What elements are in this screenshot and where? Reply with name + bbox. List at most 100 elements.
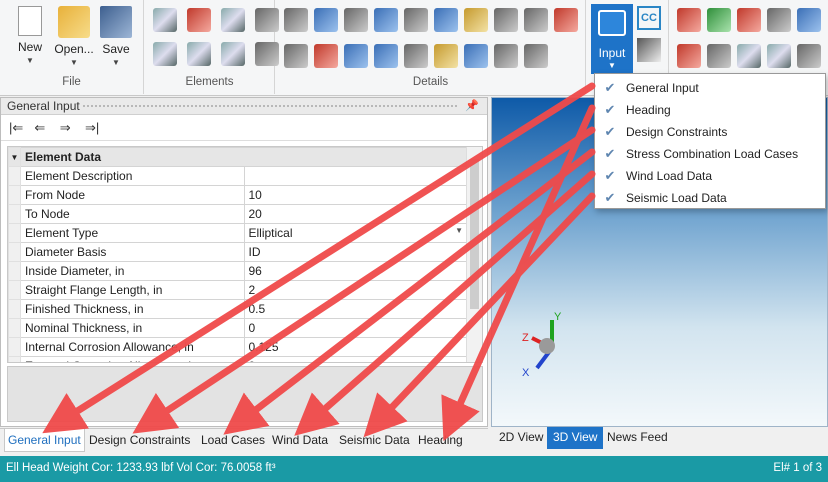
property-value[interactable]: 96 — [243, 261, 468, 281]
tab-design-constraints[interactable]: Design Constraints — [86, 429, 193, 452]
property-value-text: 20 — [248, 207, 262, 221]
tab-2d-view[interactable]: 2D View — [493, 427, 549, 449]
property-value[interactable] — [243, 166, 468, 186]
insulation-icon[interactable] — [494, 8, 518, 32]
pipe-icon[interactable] — [554, 8, 578, 32]
nozzle-icon[interactable] — [524, 8, 548, 32]
tab-news-feed[interactable]: News Feed — [601, 427, 674, 449]
link-icon[interactable] — [797, 8, 821, 32]
chevron-down-icon: ▼ — [608, 61, 616, 70]
saddle-icon[interactable] — [464, 44, 488, 68]
elements-icons — [151, 6, 283, 70]
menu-item-general-input[interactable]: ✔ General Input — [595, 77, 825, 99]
dropdown-arrow-icon[interactable]: ▼ — [455, 226, 463, 235]
filter-icon[interactable] — [707, 8, 731, 32]
collapse-icon[interactable]: ▼ — [8, 147, 21, 167]
pressure-ring-icon[interactable] — [524, 44, 548, 68]
tab-wind-data[interactable]: Wind Data — [269, 429, 331, 452]
stiffener-ring-icon[interactable] — [284, 8, 308, 32]
force-down-icon[interactable] — [314, 44, 338, 68]
property-name: Element Description — [20, 166, 245, 186]
spherical-head-icon[interactable] — [187, 42, 211, 66]
property-value[interactable]: 0 — [243, 318, 468, 338]
first-element-icon[interactable]: |⇐ — [9, 120, 25, 136]
packing-icon[interactable] — [434, 8, 458, 32]
property-row[interactable]: Straight Flange Length, in 2 — [8, 280, 468, 300]
tray-icon[interactable] — [344, 8, 368, 32]
row-gutter — [8, 337, 21, 357]
lug-icon[interactable] — [284, 44, 308, 68]
next-element-icon[interactable]: ⇒ — [60, 120, 76, 136]
jacket-icon[interactable] — [374, 44, 398, 68]
tab-load-cases[interactable]: Load Cases — [198, 429, 268, 452]
tools-icons — [675, 6, 821, 72]
wind-load-icon[interactable] — [404, 8, 428, 32]
report-icon[interactable] — [637, 38, 661, 62]
drag-grip[interactable] — [83, 105, 457, 107]
sort-icon[interactable] — [677, 8, 701, 32]
menu-item-design-constraints[interactable]: ✔ Design Constraints — [595, 121, 825, 143]
property-row[interactable]: Nominal Thickness, in 0 — [8, 318, 468, 338]
cc-button[interactable]: CC — [637, 6, 661, 30]
cylinder-icon[interactable] — [153, 8, 177, 32]
menu-item-wind-load-data[interactable]: ✔ Wind Load Data — [595, 165, 825, 187]
property-row[interactable]: External Corrosion Allowance, in 0 — [8, 356, 468, 362]
delete-icon[interactable] — [677, 44, 701, 68]
vessel-icon[interactable] — [737, 44, 761, 68]
tab-seismic-data[interactable]: Seismic Data — [336, 429, 413, 452]
property-row[interactable]: Element Description — [8, 166, 468, 186]
property-value[interactable]: 20 — [243, 204, 468, 224]
wireframe-icon[interactable] — [797, 44, 821, 68]
save-button[interactable]: Save ▼ — [96, 6, 136, 72]
input-button[interactable]: Input ▼ — [591, 4, 633, 74]
vertical-scrollbar[interactable] — [466, 147, 482, 362]
torispherical-head-icon[interactable] — [221, 42, 245, 66]
property-value[interactable]: Elliptical ▼ — [243, 223, 468, 243]
weight-icon[interactable] — [434, 44, 458, 68]
property-row[interactable]: From Node 10 — [8, 185, 468, 205]
property-value[interactable]: 0.125 — [243, 337, 468, 357]
open-button[interactable]: Open... ▼ — [54, 6, 94, 72]
property-value[interactable]: ID — [243, 242, 468, 262]
liquid-icon[interactable] — [464, 8, 488, 32]
tab-3d-view[interactable]: 3D View — [547, 427, 604, 449]
menu-item-seismic-load-data[interactable]: ✔ Seismic Load Data — [595, 187, 825, 209]
zoom-2d-icon[interactable] — [767, 8, 791, 32]
property-row[interactable]: Element Type Elliptical ▼ — [8, 223, 468, 243]
menu-item-heading[interactable]: ✔ Heading — [595, 99, 825, 121]
previous-element-icon[interactable]: ⇐ — [34, 120, 50, 136]
nozzle-head-icon[interactable] — [187, 8, 211, 32]
lining-icon[interactable] — [404, 44, 428, 68]
property-row[interactable]: Diameter Basis ID — [8, 242, 468, 262]
tab-general-input[interactable]: General Input — [4, 429, 85, 452]
category-row[interactable]: ▼ Element Data — [8, 147, 468, 167]
ladder-icon[interactable] — [374, 8, 398, 32]
last-element-icon[interactable]: ⇒| — [85, 120, 101, 136]
property-value[interactable]: 2 — [243, 280, 468, 300]
property-name: Diameter Basis — [20, 242, 245, 262]
platform-icon[interactable] — [494, 44, 518, 68]
render-icon[interactable] — [707, 44, 731, 68]
halfpipe-icon[interactable] — [344, 44, 368, 68]
property-name: Internal Corrosion Allowance, in — [20, 337, 245, 357]
pin-icon[interactable]: 📌 — [465, 98, 479, 115]
sphere-icon[interactable] — [767, 44, 791, 68]
rotate-icon[interactable] — [737, 8, 761, 32]
general-input-panel: General Input 📌 |⇐ ⇐ ⇒ ⇒| ▼ Element Data… — [0, 97, 488, 427]
property-value[interactable]: 0.5 — [243, 299, 468, 319]
panel-title-bar: General Input 📌 — [1, 98, 487, 115]
scrollbar-thumb[interactable] — [470, 159, 479, 309]
new-button[interactable]: New ▼ — [10, 6, 50, 72]
property-row[interactable]: To Node 20 — [8, 204, 468, 224]
property-row[interactable]: Finished Thickness, in 0.5 — [8, 299, 468, 319]
tab-heading[interactable]: Heading — [415, 429, 466, 452]
row-gutter — [8, 280, 21, 300]
property-row[interactable]: Inside Diameter, in 96 — [8, 261, 468, 281]
horizontal-arrows-icon[interactable] — [314, 8, 338, 32]
property-row[interactable]: Internal Corrosion Allowance, in 0.125 — [8, 337, 468, 357]
menu-item-stress-combination-load-cases[interactable]: ✔ Stress Combination Load Cases — [595, 143, 825, 165]
elliptical-head-icon[interactable] — [153, 42, 177, 66]
cone-icon[interactable] — [221, 8, 245, 32]
property-value[interactable]: 10 — [243, 185, 468, 205]
property-value[interactable]: 0 — [243, 356, 468, 362]
